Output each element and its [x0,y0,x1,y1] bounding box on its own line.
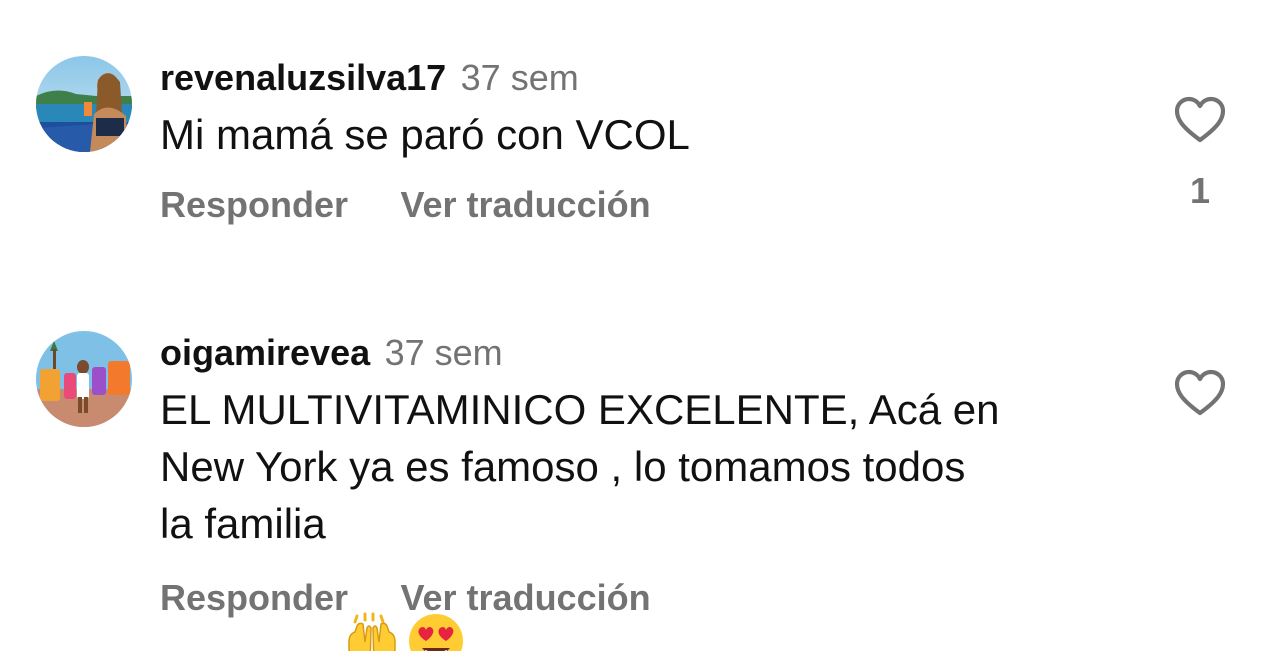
see-translation-button[interactable]: Ver traducción [401,184,651,225]
avatar[interactable] [36,331,132,427]
heart-eyes-emoji-icon [407,498,465,651]
comment-text: EL MULTIVITAMINICO EXCELENTE, Acá en New… [160,386,1000,547]
raising-hands-emoji-icon [343,498,401,651]
avatar-beach-photo-icon [36,56,132,152]
heart-icon[interactable] [1174,96,1226,144]
avatar-colorful-letters-photo-icon [36,331,132,427]
heart-icon[interactable] [1174,369,1226,417]
like-container: 1 [1172,96,1228,212]
comment-text: Mi mamá se paró con VCOL [160,111,690,158]
comment-text-container: EL MULTIVITAMINICO EXCELENTE, Acá en New… [160,381,1160,651]
comment-timestamp: 37 sem [460,57,579,98]
comment-username[interactable]: oigamirevea [160,332,370,373]
see-translation-button[interactable]: Ver traducción [401,577,651,618]
reply-button[interactable]: Responder [160,577,348,618]
comments-list: revenaluzsilva17 37 sem Mi mamá se paró … [0,0,1284,651]
like-count: 1 [1189,170,1211,211]
comment-username[interactable]: revenaluzsilva17 [160,57,446,98]
reply-button[interactable]: Responder [160,184,348,225]
avatar[interactable] [36,56,132,152]
comment-timestamp: 37 sem [384,332,503,373]
like-container [1172,369,1228,417]
